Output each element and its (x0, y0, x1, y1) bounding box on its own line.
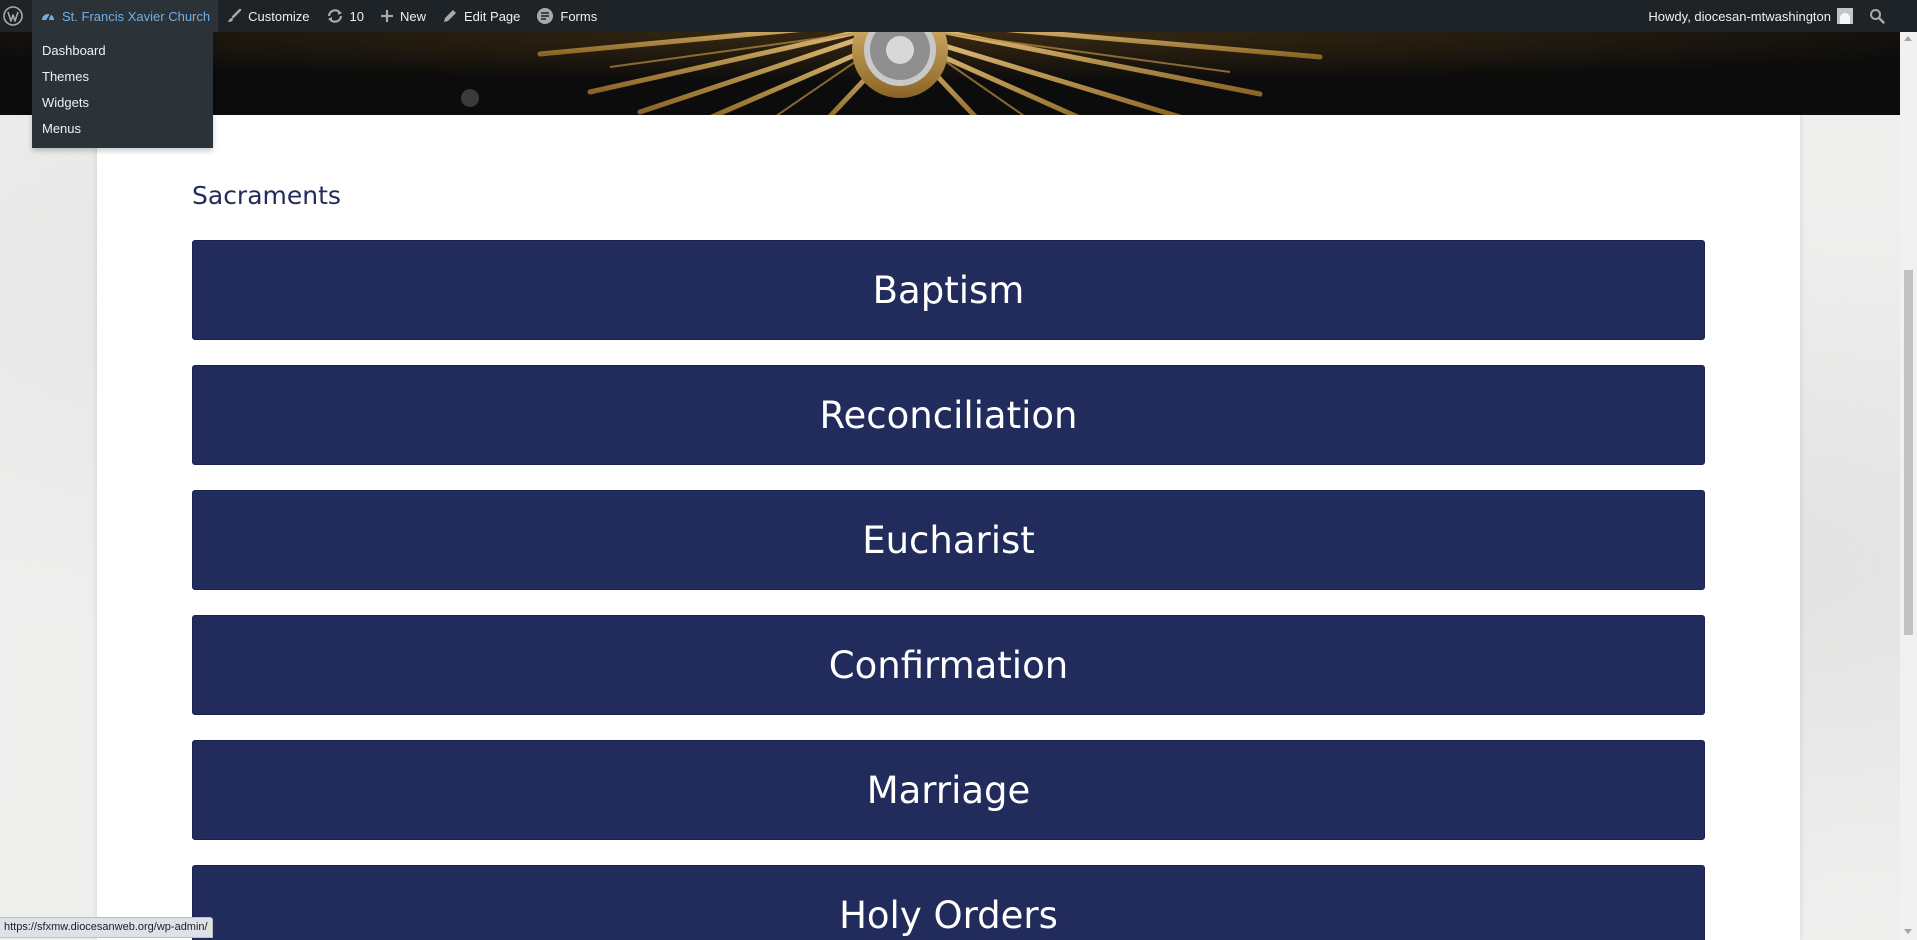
content-card: Sacraments Baptism Reconciliation Euchar… (97, 115, 1800, 940)
search-icon (1870, 9, 1885, 24)
my-account-menu[interactable]: Howdy, diocesan-mtwashington (1640, 0, 1859, 32)
edit-page-link[interactable]: Edit Page (434, 0, 528, 32)
pencil-icon (444, 10, 457, 22)
marriage-button[interactable]: Marriage (192, 740, 1705, 840)
scroll-down-arrow-icon[interactable] (1904, 929, 1912, 934)
page-scrollbar[interactable] (1900, 0, 1917, 940)
baptism-button[interactable]: Baptism (192, 240, 1705, 340)
holy-orders-button[interactable]: Holy Orders (192, 865, 1705, 940)
menu-item-themes[interactable]: Themes (32, 64, 213, 90)
search-toggle[interactable] (1859, 0, 1917, 32)
customize-label: Customize (248, 8, 310, 24)
menu-item-menus[interactable]: Menus (32, 116, 213, 142)
scrollbar-thumb[interactable] (1904, 270, 1913, 635)
paintbrush-icon (228, 8, 242, 22)
site-name-label: St. Francis Xavier Church (62, 8, 211, 24)
site-name-menu[interactable]: St. Francis Xavier Church (32, 0, 219, 32)
status-url: https://sfxmw.diocesanweb.org/wp-admin/ (0, 917, 213, 938)
menu-item-dashboard[interactable]: Dashboard (32, 38, 213, 64)
monstrance-image (0, 32, 1900, 115)
section-title: Sacraments (192, 181, 341, 210)
eucharist-button[interactable]: Eucharist (192, 490, 1705, 590)
reconciliation-button[interactable]: Reconciliation (192, 365, 1705, 465)
forms-link[interactable]: Forms (528, 0, 605, 32)
refresh-icon (327, 9, 342, 23)
menu-item-widgets[interactable]: Widgets (32, 90, 213, 116)
admin-bar-secondary: Howdy, diocesan-mtwashington (1640, 0, 1917, 32)
scroll-up-arrow-icon[interactable] (1904, 36, 1912, 41)
howdy-label: Howdy, diocesan-mtwashington (1648, 8, 1831, 24)
site-name-dropdown: Dashboard Themes Widgets Menus (32, 32, 213, 148)
edit-page-label: Edit Page (464, 8, 521, 24)
forms-icon (537, 8, 554, 24)
dashboard-gauge-icon (42, 12, 54, 21)
updates-count: 10 (349, 8, 364, 24)
avatar (1837, 8, 1853, 24)
forms-label: Forms (560, 8, 598, 24)
customize-link[interactable]: Customize (218, 0, 317, 32)
hero-image (0, 32, 1900, 115)
updates-link[interactable]: 10 (318, 0, 372, 32)
confirmation-button[interactable]: Confirmation (192, 615, 1705, 715)
wordpress-logo-icon (3, 6, 23, 26)
wordpress-logo[interactable] (0, 0, 32, 32)
new-label: New (400, 8, 427, 24)
plus-icon (381, 10, 393, 22)
admin-bar: St. Francis Xavier Church Customize 10 N… (0, 0, 1917, 32)
new-content-link[interactable]: New (372, 0, 434, 32)
